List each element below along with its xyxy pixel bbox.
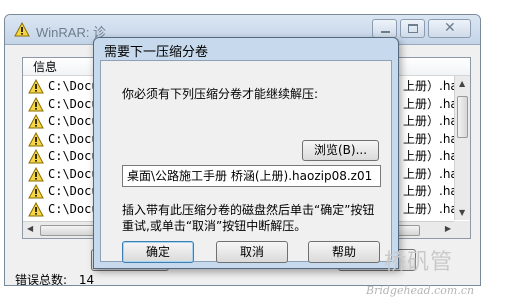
warning-icon [14, 21, 30, 40]
error-count-label: 错误总数: [15, 273, 68, 286]
close-button[interactable]: ✕ [428, 19, 471, 38]
minimize-button[interactable] [372, 19, 397, 38]
scroll-thumb[interactable] [457, 96, 468, 138]
next-volume-dialog: 需要下一压缩分卷 你必须有下列压缩分卷才能继续解压: 浏览(B)... 桌面\公… [93, 37, 399, 269]
close-icon: ✕ [444, 20, 456, 36]
dialog-message: 你必须有下列压缩分卷才能继续解压: [122, 87, 319, 101]
watermark-url: Bridgehead.com.cn [366, 284, 475, 297]
volume-path-input[interactable]: 桌面\公路施工手册 桥涵(上册).haozip08.z01 [122, 165, 381, 187]
dialog-titlebar: 需要下一压缩分卷 [94, 38, 398, 60]
error-count-value: 14 [78, 273, 95, 286]
help-button[interactable]: 帮助 [308, 241, 380, 263]
maximize-button[interactable] [400, 19, 425, 38]
watermark-logo: 桥矾管 [384, 250, 454, 275]
warning-icon [28, 201, 44, 222]
scroll-up-icon[interactable]: ▲ [459, 79, 465, 88]
cancel-button[interactable]: 取消 [216, 241, 288, 263]
ok-button[interactable]: 确定 [122, 241, 194, 263]
minimize-icon [381, 31, 390, 33]
browse-button[interactable]: 浏览(B)... [302, 140, 379, 161]
window-controls: ✕ [372, 19, 471, 38]
dialog-title: 需要下一压缩分卷 [104, 45, 209, 60]
maximize-icon [408, 24, 418, 33]
scroll-down-icon[interactable]: ▼ [459, 208, 465, 217]
dialog-instruction: 插入带有此压缩分卷的磁盘然后单击“确定”按钮重试,或单击“取消”按钮中断解压。 [122, 203, 375, 233]
vertical-scrollbar[interactable]: ▲ ▼ [454, 76, 470, 220]
scroll-right-icon[interactable]: ▶ [445, 224, 451, 233]
scroll-left-icon[interactable]: ◀ [27, 224, 33, 233]
scroll-corner [454, 221, 470, 238]
dialog-body: 你必须有下列压缩分卷才能继续解压: 浏览(B)... 桌面\公路施工手册 桥涵(… [100, 60, 392, 263]
